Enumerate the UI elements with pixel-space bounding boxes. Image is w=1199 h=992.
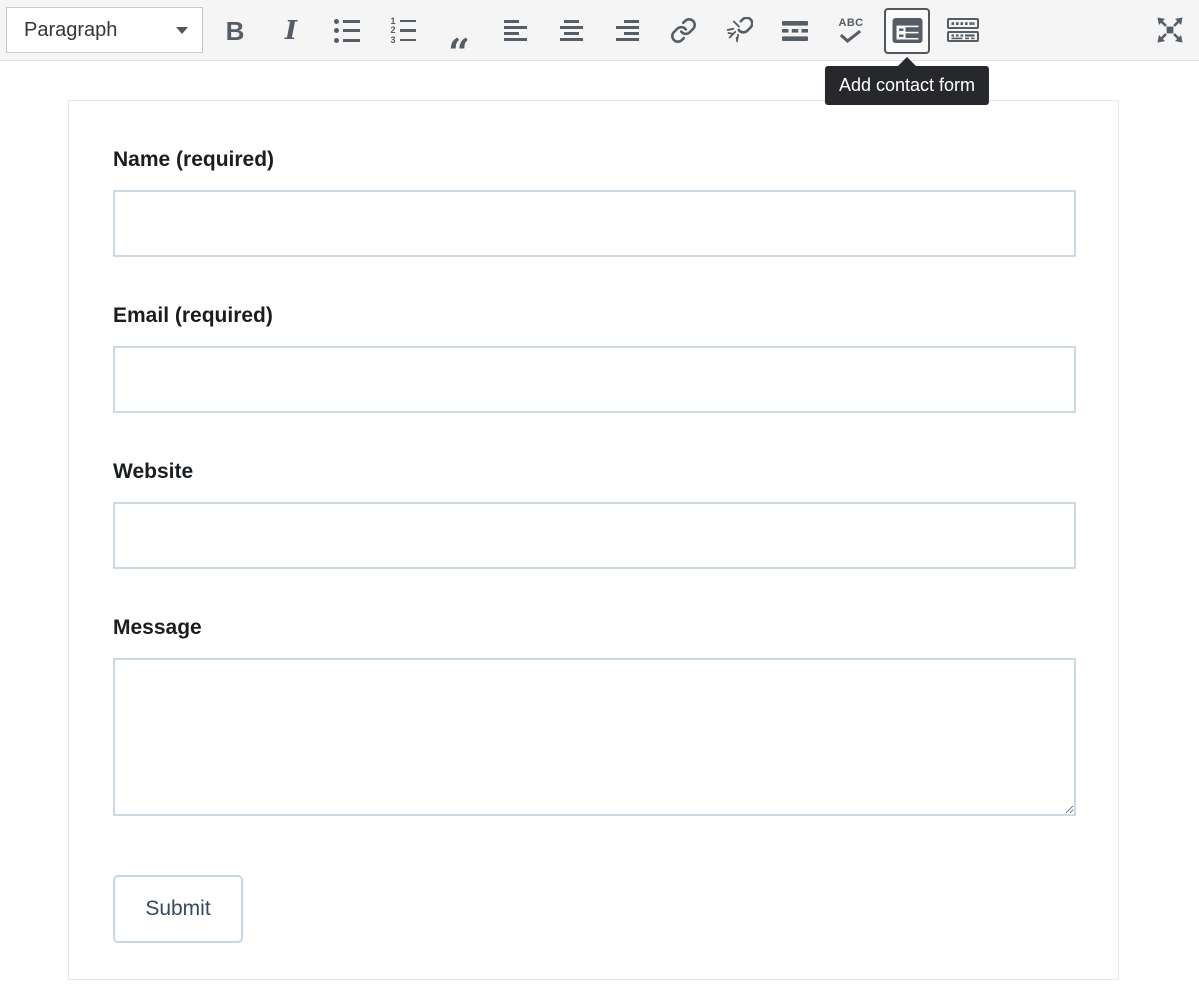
email-field-label: Email (required) <box>113 305 1076 327</box>
fullscreen-button[interactable] <box>1150 10 1190 50</box>
remove-link-button[interactable] <box>719 11 759 51</box>
align-right-icon <box>616 20 639 41</box>
format-select-value: Paragraph <box>24 19 117 42</box>
website-input[interactable] <box>113 502 1076 569</box>
align-center-button[interactable] <box>551 11 591 51</box>
bold-icon: B <box>226 18 245 44</box>
more-tag-icon <box>782 20 808 42</box>
submit-button[interactable]: Submit <box>113 875 243 943</box>
tooltip-add-contact-form: Add contact form <box>825 66 989 105</box>
keyboard-icon <box>947 17 979 44</box>
form-field-website: Website <box>113 461 1076 569</box>
align-left-icon <box>504 20 527 41</box>
editor-toolbar: Paragraph B I 1 2 3 “ <box>0 0 1199 61</box>
align-left-button[interactable] <box>495 11 535 51</box>
link-icon <box>670 17 697 44</box>
tooltip-text: Add contact form <box>839 75 975 95</box>
fullscreen-icon <box>1155 15 1185 45</box>
keyboard-button[interactable] <box>943 11 983 51</box>
chevron-down-icon <box>176 27 188 34</box>
message-textarea[interactable] <box>113 658 1076 816</box>
bulleted-list-button[interactable] <box>327 11 367 51</box>
bulleted-list-icon <box>334 19 360 43</box>
form-field-name: Name (required) <box>113 149 1076 257</box>
bold-button[interactable]: B <box>215 11 255 51</box>
name-field-label: Name (required) <box>113 149 1076 171</box>
unlink-icon <box>726 17 753 44</box>
form-field-email: Email (required) <box>113 305 1076 413</box>
numbered-list-icon: 1 2 3 <box>390 19 416 43</box>
italic-button[interactable]: I <box>271 11 311 51</box>
align-right-button[interactable] <box>607 11 647 51</box>
form-field-message: Message <box>113 617 1076 816</box>
contact-form-icon <box>892 17 923 44</box>
blockquote-button[interactable]: “ <box>439 11 479 51</box>
numbered-list-button[interactable]: 1 2 3 <box>383 11 423 51</box>
website-field-label: Website <box>113 461 1076 483</box>
contact-form-preview: Name (required) Email (required) Website… <box>68 100 1119 980</box>
name-input[interactable] <box>113 190 1076 257</box>
align-center-icon <box>560 20 583 41</box>
message-field-label: Message <box>113 617 1076 639</box>
insert-more-tag-button[interactable] <box>775 11 815 51</box>
spellcheck-button[interactable]: ABC <box>831 11 871 51</box>
add-contact-form-button[interactable] <box>884 8 930 54</box>
paragraph-format-select[interactable]: Paragraph <box>6 7 203 53</box>
toolbar-button-group: B I 1 2 3 “ <box>215 10 999 51</box>
insert-link-button[interactable] <box>663 11 703 51</box>
email-input[interactable] <box>113 346 1076 413</box>
italic-icon: I <box>285 18 297 44</box>
spellcheck-icon: ABC <box>838 18 863 43</box>
